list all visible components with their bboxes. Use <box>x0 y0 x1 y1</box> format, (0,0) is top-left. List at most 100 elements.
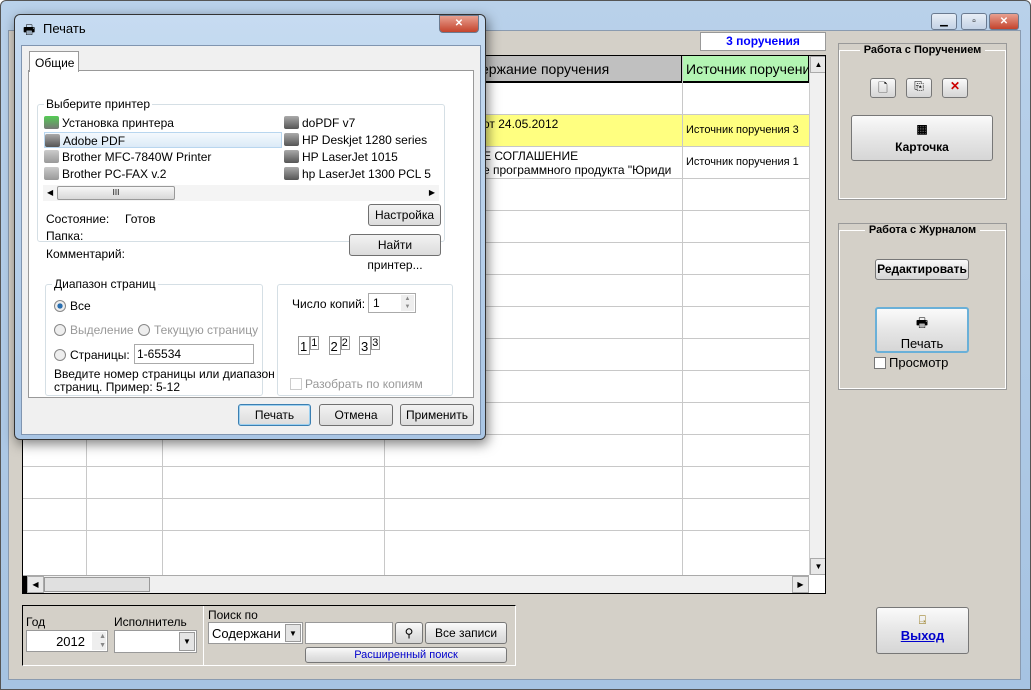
printer-item[interactable]: Brother PC-FAX v.2 <box>44 166 166 182</box>
radio-pages[interactable]: Страницы: <box>54 348 130 362</box>
folder-label: Папка: <box>46 229 84 243</box>
search-field-select[interactable]: Содержани ▼ <box>208 622 303 644</box>
spinner-arrows-icon[interactable]: ▲ ▼ <box>401 295 414 311</box>
copies-group: Число копий: 1 ▲ ▼ 11 22 33 Разобрать по к… <box>277 284 453 396</box>
copies-spinner[interactable]: 1 ▲ ▼ <box>368 293 416 313</box>
scroll-left-icon[interactable]: ◀ <box>27 576 44 593</box>
new-task-button[interactable]: 🗋 <box>870 78 896 98</box>
printer-name: Brother PC-FAX v.2 <box>62 167 167 181</box>
printer-name: Установка принтера <box>62 116 174 130</box>
content-cell <box>480 83 682 115</box>
collate-label: Разобрать по копиям <box>305 377 423 391</box>
printer-item[interactable]: HP Deskjet 1280 series <box>284 132 427 148</box>
delete-icon: ✕ <box>949 79 961 93</box>
scroll-right-icon[interactable]: ▶ <box>792 576 809 593</box>
journal-panel-title: Работа с Журналом <box>868 224 977 236</box>
horizontal-scrollbar[interactable]: ◀ ▶ <box>23 575 809 593</box>
printer-icon <box>44 150 59 163</box>
content-cell: Е СОГЛАШЕНИЕ е программного продукта "Юри… <box>480 147 682 179</box>
table-row[interactable] <box>23 499 809 531</box>
printer-icon <box>284 116 299 129</box>
record-count: 3 поручения <box>700 32 826 51</box>
dialog-title: Печать <box>43 21 86 36</box>
collate-pages-icon: 11 22 33 <box>298 336 381 356</box>
printer-icon <box>284 150 299 163</box>
column-header[interactable]: Источник поручения <box>682 56 809 83</box>
dialog-close-button[interactable]: ✕ <box>439 15 479 33</box>
card-button[interactable]: ▦ Карточка <box>851 115 993 161</box>
exit-door-icon: ⍈ <box>918 613 927 627</box>
tab-general[interactable]: Общие <box>29 51 79 72</box>
executor-label: Исполнитель <box>114 615 187 629</box>
year-value: 2012 <box>56 634 85 649</box>
chevron-down-icon: ▼ <box>285 624 301 642</box>
cancel-button[interactable]: Отмена <box>319 404 393 426</box>
printer-list-scrollbar[interactable]: ◀ III ▶ <box>43 185 439 201</box>
advanced-search-button[interactable]: Расширенный поиск <box>305 647 507 663</box>
pages-input[interactable] <box>134 344 254 364</box>
printer-item[interactable]: HP LaserJet 1015 <box>284 149 398 165</box>
radio-pages-label: Страницы: <box>70 348 130 362</box>
scroll-down-icon[interactable]: ▼ <box>810 558 825 575</box>
scroll-thumb[interactable] <box>44 577 150 592</box>
print-dialog: 🖶 Печать ✕ Общие Выберите принтер Устано… <box>14 14 486 440</box>
printer-name: doPDF v7 <box>302 116 356 130</box>
card-icon: ▦ <box>916 122 928 136</box>
executor-select[interactable]: ▼ <box>114 630 197 653</box>
find-printer-button[interactable]: Найти принтер... <box>349 234 441 272</box>
printer-item[interactable]: Adobe PDF <box>44 132 282 148</box>
radio-current-page[interactable]: Текущую страницу <box>138 323 258 337</box>
maximize-button[interactable]: ▫ <box>961 13 987 30</box>
search-button[interactable]: ⚲ <box>395 622 423 644</box>
scroll-up-icon[interactable]: ▲ <box>810 56 825 73</box>
exit-button[interactable]: ⍈ Выход <box>876 607 969 654</box>
vertical-scrollbar[interactable]: ▲ ▼ <box>809 56 825 575</box>
close-button[interactable]: ✕ <box>989 13 1019 30</box>
spinner-arrows-icon[interactable]: ▲ ▼ <box>92 632 106 650</box>
binoculars-icon: ⚲ <box>404 626 414 640</box>
year-spinner[interactable]: 2012 ▲ ▼ <box>26 630 108 652</box>
task-panel-title: Работа с Поручением <box>863 44 982 56</box>
search-input[interactable] <box>305 622 393 644</box>
printer-icon <box>284 133 299 146</box>
settings-button[interactable]: Настройка <box>368 204 441 226</box>
printer-item[interactable]: Brother MFC-7840W Printer <box>44 149 211 165</box>
apply-button[interactable]: Применить <box>400 404 474 426</box>
delete-task-button[interactable]: ✕ <box>942 78 968 98</box>
scroll-right-icon[interactable]: ▶ <box>429 188 435 197</box>
radio-all-label: Все <box>70 299 91 313</box>
radio-all[interactable]: Все <box>54 299 91 313</box>
printer-item[interactable]: doPDF v7 <box>284 115 355 131</box>
scroll-thumb[interactable]: III <box>57 186 175 200</box>
edit-button[interactable]: Редактировать <box>875 259 969 280</box>
copy-icon: ⎘ <box>914 79 924 93</box>
print-journal-button[interactable]: 🖶 Печать <box>875 307 969 353</box>
chevron-down-icon: ▼ <box>179 632 195 651</box>
minimize-button[interactable]: ▁ <box>931 13 957 30</box>
preview-checkbox[interactable]: Просмотр <box>874 355 948 370</box>
scroll-left-icon[interactable]: ◀ <box>47 188 53 197</box>
search-field-value: Содержани <box>212 626 281 641</box>
content-line: е программного продукта "Юриди <box>483 163 672 177</box>
table-row[interactable] <box>23 467 809 499</box>
printer-item[interactable]: hp LaserJet 1300 PCL 5 <box>284 166 431 182</box>
source-cell: Источник поручения 3 <box>686 124 799 136</box>
collate-checkbox[interactable]: Разобрать по копиям <box>290 377 423 391</box>
all-records-button[interactable]: Все записи <box>425 622 507 644</box>
printer-name: hp LaserJet 1300 PCL 5 <box>302 167 431 181</box>
search-by-label: Поиск по <box>208 608 258 622</box>
status-label: Состояние: <box>46 212 110 226</box>
copy-task-button[interactable]: ⎘ <box>906 78 932 98</box>
copies-label: Число копий: <box>292 297 366 311</box>
printer-icon: 🖶 <box>23 22 36 37</box>
printer-group-label: Выберите принтер <box>44 97 152 111</box>
radio-selection[interactable]: Выделение <box>54 323 134 337</box>
column-divider <box>682 56 683 575</box>
radio-selection-label: Выделение <box>70 323 134 337</box>
dialog-body: Общие Выберите принтер Установка принтер… <box>21 45 481 435</box>
new-document-icon: 🗋 <box>878 81 888 95</box>
printer-icon <box>45 134 60 147</box>
printer-item[interactable]: Установка принтера <box>44 115 174 131</box>
print-button[interactable]: Печать <box>238 404 311 426</box>
comment-label: Комментарий: <box>46 247 125 261</box>
